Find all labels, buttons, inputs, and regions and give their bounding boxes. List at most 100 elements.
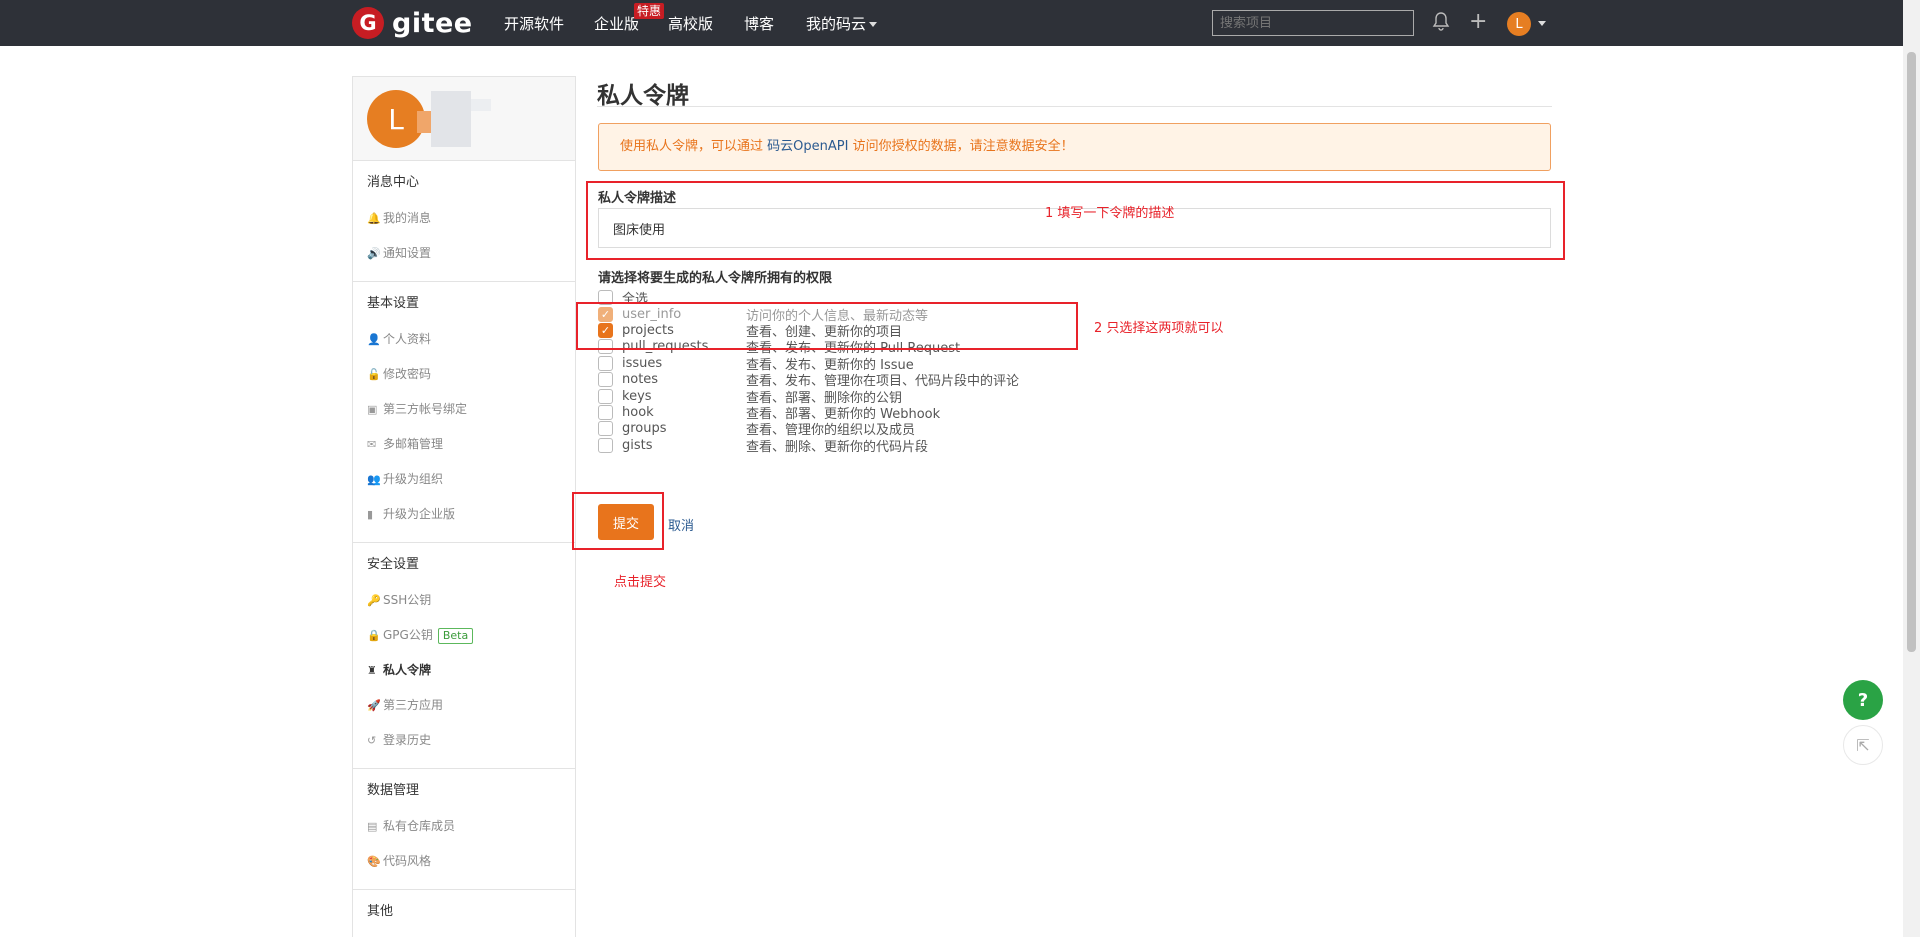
sidebar-group: 消息中心 🔔 我的消息 🔊 通知设置 bbox=[353, 161, 575, 282]
sidebar-item[interactable]: ✉ 多邮箱管理 bbox=[367, 427, 575, 462]
unlock-icon: 🔓 bbox=[367, 368, 381, 381]
info-alert: 使用私人令牌，可以通过 码云OpenAPI 访问你授权的数据，请注意数据安全！ bbox=[598, 123, 1551, 171]
user-icon: 👤 bbox=[367, 333, 381, 346]
nav-blog[interactable]: 博客 bbox=[744, 13, 774, 34]
scrollbar-thumb[interactable] bbox=[1907, 52, 1916, 652]
permission-name: issues bbox=[622, 355, 663, 371]
sidebar-item-label: 登录历史 bbox=[383, 733, 432, 747]
history-icon: ↺ bbox=[367, 734, 377, 747]
rocket-icon: 🚀 bbox=[367, 699, 381, 712]
sidebar-item-label: 第三方帐号绑定 bbox=[383, 402, 468, 416]
search-input[interactable] bbox=[1212, 10, 1414, 36]
sidebar-group: 数据管理 ▤ 私有仓库成员 🎨 代码风格 bbox=[353, 769, 575, 890]
permission-checkbox[interactable] bbox=[598, 404, 613, 420]
sidebar-item[interactable]: 🔊 通知设置 bbox=[367, 236, 575, 271]
cancel-link[interactable]: 取消 bbox=[668, 515, 694, 534]
key-icon: 🔑 bbox=[367, 594, 381, 607]
bell-icon: 🔔 bbox=[367, 212, 381, 225]
sidebar-item-label: 通知设置 bbox=[383, 246, 432, 260]
permission-checkbox[interactable] bbox=[598, 437, 613, 453]
sidebar-item[interactable]: 🔓 修改密码 bbox=[367, 357, 575, 392]
annotation-step3: 点击提交 bbox=[614, 575, 667, 590]
sidebar-item[interactable]: ▤ 私有仓库成员 bbox=[367, 809, 575, 844]
alert-text-before: 使用私人令牌，可以通过 bbox=[620, 139, 768, 154]
sidebar-item[interactable]: ↺ 登录历史 bbox=[367, 723, 575, 758]
annotation-step2: 2 只选择这两项就可以 bbox=[1094, 321, 1224, 336]
sidebar-group: 安全设置 🔑 SSH公钥 🔒 GPG公钥 Beta ♜ 私人令牌 🚀 第三方应用 ↺ 登录历史 bbox=[353, 543, 575, 769]
sidebar-item[interactable]: 🔔 我的消息 bbox=[367, 201, 575, 236]
sidebar-item-label: 私有仓库成员 bbox=[383, 819, 456, 833]
permission-checkbox[interactable] bbox=[598, 388, 613, 404]
permission-name: keys bbox=[622, 388, 652, 404]
users-icon: 👥 bbox=[367, 473, 381, 486]
top-nav: G gitee 开源软件 企业版 特惠 高校版 博客 我的码云 + L bbox=[0, 0, 1920, 46]
permission-row[interactable]: gists 查看、删除、更新你的代码片段 bbox=[598, 435, 928, 455]
sidebar-item-label: 升级为组织 bbox=[383, 472, 444, 486]
hot-badge: 特惠 bbox=[634, 3, 665, 19]
alert-text-after: 访问你授权的数据，请注意数据安全！ bbox=[848, 139, 1074, 154]
sidebar-item-label: 个人资料 bbox=[383, 332, 432, 346]
sidebar-item-label: 多邮箱管理 bbox=[383, 437, 444, 451]
gitee-logo[interactable]: G gitee bbox=[352, 7, 473, 39]
sidebar-group-title: 安全设置 bbox=[367, 557, 420, 572]
openapi-link[interactable]: 码云OpenAPI bbox=[767, 139, 848, 154]
permission-checkbox[interactable] bbox=[598, 372, 613, 388]
palette-icon: 🎨 bbox=[367, 855, 381, 868]
sidebar-groups: 消息中心 🔔 我的消息 🔊 通知设置 基本设置 👤 个人资料 🔓 修改密码 ▣ 第三方帐号绑定 ✉ 多邮箱… bbox=[353, 161, 575, 940]
chevron-down-icon bbox=[869, 22, 878, 27]
nav-university[interactable]: 高校版 bbox=[668, 13, 713, 34]
permission-checkbox[interactable] bbox=[598, 421, 613, 437]
username-blur bbox=[471, 99, 491, 111]
sidebar-item[interactable]: ♜ 私人令牌 bbox=[367, 653, 575, 688]
lock-icon: 🔒 bbox=[367, 629, 381, 642]
sidebar-item[interactable]: 👤 个人资料 bbox=[367, 322, 575, 357]
sidebar-group: 其他 bbox=[353, 890, 575, 940]
envelope-icon: ✉ bbox=[367, 438, 377, 451]
speaker-icon: 🔊 bbox=[367, 247, 381, 260]
plus-icon[interactable]: + bbox=[1469, 11, 1487, 33]
gitee-logo-icon: G bbox=[352, 7, 384, 39]
page-title: 私人令牌 bbox=[597, 83, 689, 109]
share-icon[interactable]: ⇱ bbox=[1843, 725, 1883, 765]
gitee-logo-text: gitee bbox=[392, 7, 473, 39]
avatar-chevron-down-icon[interactable] bbox=[1538, 21, 1546, 26]
beta-badge: Beta bbox=[437, 627, 474, 644]
username-blur bbox=[431, 91, 471, 147]
nav-enterprise[interactable]: 企业版 bbox=[594, 13, 639, 34]
nav-my-gitee-label: 我的码云 bbox=[806, 15, 867, 33]
sidebar-item[interactable]: 🔒 GPG公钥 Beta bbox=[367, 618, 575, 653]
sidebar-item[interactable]: ▣ 第三方帐号绑定 bbox=[367, 392, 575, 427]
avatar[interactable]: L bbox=[1507, 12, 1531, 36]
settings-sidebar: L 消息中心 🔔 我的消息 🔊 通知设置 基本设置 👤 个人资料 🔓 修改密码 ▣ 第三方帐号绑定 ✉ 多… bbox=[352, 76, 576, 937]
sidebar-item[interactable]: ▮ 升级为企业版 bbox=[367, 497, 575, 532]
sidebar-item[interactable]: 🚀 第三方应用 bbox=[367, 688, 575, 723]
sidebar-group-title: 基本设置 bbox=[367, 296, 420, 311]
permission-name: groups bbox=[622, 421, 667, 437]
id-card-icon: ▣ bbox=[367, 403, 378, 416]
scrollbar[interactable] bbox=[1903, 0, 1920, 937]
sidebar-item[interactable]: 👥 升级为组织 bbox=[367, 462, 575, 497]
avatar-blur bbox=[417, 111, 431, 133]
bell-icon[interactable] bbox=[1432, 11, 1450, 38]
main-content: 私人令牌 使用私人令牌，可以通过 码云OpenAPI 访问你授权的数据，请注意数… bbox=[597, 76, 1552, 540]
repo-icon: ▤ bbox=[367, 820, 378, 833]
sidebar-item-label: SSH公钥 bbox=[383, 593, 432, 607]
nav-open-source[interactable]: 开源软件 bbox=[504, 13, 564, 34]
sidebar-item-label: 代码风格 bbox=[383, 854, 432, 868]
sidebar-item-label: GPG公钥 bbox=[383, 628, 433, 642]
sidebar-group-title: 消息中心 bbox=[367, 175, 420, 190]
building-icon: ▮ bbox=[367, 508, 374, 521]
permission-name: notes bbox=[622, 372, 659, 388]
sidebar-group: 基本设置 👤 个人资料 🔓 修改密码 ▣ 第三方帐号绑定 ✉ 多邮箱管理 👥 升级为组织 ▮ 升级为企业… bbox=[353, 282, 575, 543]
permission-description: 查看、删除、更新你的代码片段 bbox=[746, 439, 929, 455]
help-button[interactable]: ? bbox=[1843, 680, 1883, 720]
sidebar-item[interactable]: 🔑 SSH公钥 bbox=[367, 583, 575, 618]
sidebar-item-label: 我的消息 bbox=[383, 211, 432, 225]
sidebar-group-title: 数据管理 bbox=[367, 783, 420, 798]
permission-checkbox[interactable] bbox=[598, 355, 613, 371]
profile-header: L bbox=[353, 77, 575, 161]
nav-my-gitee[interactable]: 我的码云 bbox=[806, 13, 878, 34]
sidebar-item[interactable]: 🎨 代码风格 bbox=[367, 844, 575, 879]
annotation-box-submit bbox=[572, 492, 664, 550]
title-divider bbox=[597, 106, 1552, 107]
